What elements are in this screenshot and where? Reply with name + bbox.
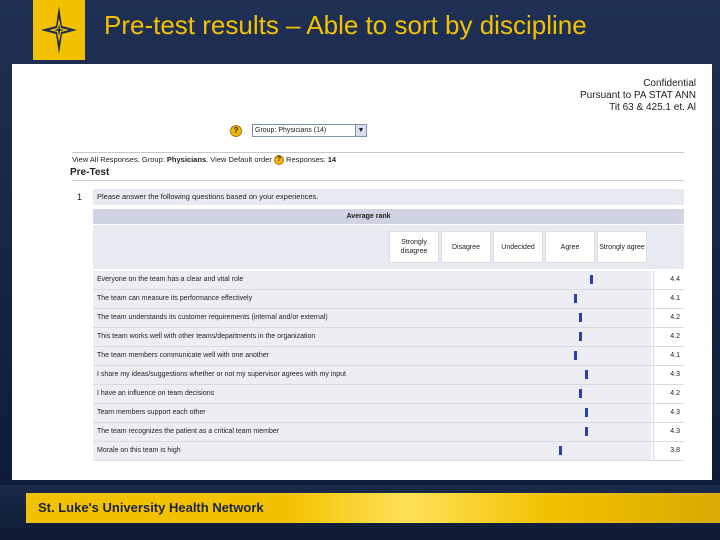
row-value: 4.3	[670, 371, 680, 378]
row-label: This team works well with other teams/de…	[97, 333, 316, 340]
section-title: Pre-Test	[70, 167, 110, 178]
question-number: 1	[77, 192, 83, 202]
row-label: The team members communicate well with o…	[97, 352, 269, 359]
table-row: Everyone on the team has a clear and vit…	[93, 271, 684, 290]
scale-disagree: Disagree	[441, 231, 491, 263]
table-row: The team members communicate well with o…	[93, 347, 684, 366]
star-logo	[33, 0, 85, 60]
group-select[interactable]: Group: Physicians (14) ▼	[252, 124, 367, 137]
confidential-notice: Confidential Pursuant to PA STAT ANN Tit…	[580, 78, 696, 114]
row-value: 4.1	[670, 352, 680, 359]
footer-text: St. Luke's University Health Network	[38, 500, 264, 515]
average-rank-header: Average rank	[93, 209, 684, 224]
row-value: 4.2	[670, 314, 680, 321]
table-row: The team recognizes the patient as a cri…	[93, 423, 684, 442]
view-group: Physicians	[166, 155, 207, 164]
rank-marker	[579, 389, 583, 398]
responses-count: 14	[327, 155, 337, 164]
table-row: I share my ideas/suggestions whether or …	[93, 366, 684, 385]
scale-strongly-disagree: Strongly disagree	[389, 231, 439, 263]
rank-marker	[574, 351, 578, 360]
rank-marker	[584, 427, 588, 436]
row-label: The team recognizes the patient as a cri…	[97, 428, 280, 435]
row-label: Morale on this team is high	[97, 447, 181, 454]
table-row: The team understands its customer requir…	[93, 309, 684, 328]
question-text: Please answer the following questions ba…	[93, 189, 684, 205]
rank-marker	[574, 294, 578, 303]
rank-marker	[589, 275, 593, 284]
row-label: The team understands its customer requir…	[97, 314, 328, 321]
help-icon[interactable]: ?	[273, 155, 284, 166]
table-row: Team members support each other 4.3	[93, 404, 684, 423]
rank-marker	[584, 370, 588, 379]
row-value: 4.2	[670, 390, 680, 397]
scale-agree: Agree	[545, 231, 595, 263]
row-value: 4.4	[670, 276, 680, 283]
row-value: 4.1	[670, 295, 680, 302]
rank-marker	[579, 332, 583, 341]
table-row: I have an influence on team decisions 4.2	[93, 385, 684, 404]
view-prefix: View All Responses. Group:	[72, 155, 167, 164]
chevron-down-icon[interactable]: ▼	[355, 125, 366, 136]
confidential-line-2: Pursuant to PA STAT ANN	[580, 90, 696, 101]
row-label: Team members support each other	[97, 409, 206, 416]
divider	[72, 180, 684, 181]
row-label: Everyone on the team has a clear and vit…	[97, 276, 244, 283]
table-row: Morale on this team is high 3.8	[93, 442, 684, 461]
average-rank-label: Average rank	[346, 213, 391, 220]
confidential-line-3: Tit 63 & 425.1 et. Al	[609, 102, 696, 113]
rank-marker	[579, 313, 583, 322]
rank-marker	[584, 408, 588, 417]
row-value: 4.3	[670, 409, 680, 416]
view-middle: . View Default order	[206, 155, 272, 164]
confidential-line-1: Confidential	[643, 78, 696, 89]
row-value: 4.2	[670, 333, 680, 340]
help-icon[interactable]: ?	[230, 125, 242, 137]
rank-marker	[558, 446, 562, 455]
responses-label: Responses:	[286, 155, 328, 164]
row-value: 3.8	[670, 447, 680, 454]
scale-header-row: Strongly disagree Disagree Undecided Agr…	[93, 225, 684, 269]
scale-strongly-agree: Strongly agree	[597, 231, 647, 263]
table-row: This team works well with other teams/de…	[93, 328, 684, 347]
table-row: The team can measure its performance eff…	[93, 290, 684, 309]
survey-screenshot: Confidential Pursuant to PA STAT ANN Tit…	[12, 64, 712, 480]
view-responses-line: View All Responses. Group: Physicians. V…	[72, 155, 337, 166]
row-label: I share my ideas/suggestions whether or …	[97, 371, 347, 378]
row-label: The team can measure its performance eff…	[97, 295, 253, 302]
group-select-value: Group: Physicians (14)	[255, 127, 327, 134]
row-label: I have an influence on team decisions	[97, 390, 215, 397]
slide-title: Pre-test results – Able to sort by disci…	[104, 10, 587, 40]
divider	[72, 152, 684, 153]
scale-undecided: Undecided	[493, 231, 543, 263]
north-star-icon	[41, 6, 77, 54]
row-value: 4.3	[670, 428, 680, 435]
